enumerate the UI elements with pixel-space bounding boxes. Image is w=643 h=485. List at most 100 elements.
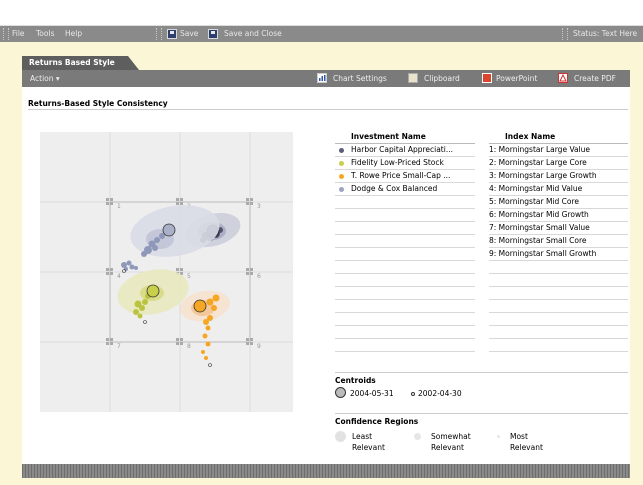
bottom-status-bar — [22, 464, 630, 478]
grid-label: 1 — [117, 203, 121, 210]
grid-label: 8 — [187, 343, 191, 350]
content-panel: Returns-Based Style Consistency 1 3 4 5 … — [22, 87, 630, 464]
centroids-header: Centroids — [335, 376, 376, 385]
centroid-large-marker — [335, 387, 346, 398]
investment-name: Fidelity Low-Priced Stock — [351, 158, 444, 167]
menu-help[interactable]: Help — [65, 29, 82, 38]
menu-bar: File Tools Help Save Save and Close Stat… — [0, 26, 643, 42]
empty-row — [335, 235, 475, 248]
grip-divider — [3, 28, 9, 40]
empty-row — [489, 287, 628, 300]
clipboard-button[interactable]: Clipboard — [424, 74, 460, 83]
empty-row — [335, 313, 475, 326]
style-map-plot: 1 2 3 4 5 6 7 8 9 — [40, 132, 293, 412]
grid-label: 7 — [117, 343, 121, 350]
empty-row — [335, 326, 475, 339]
series-dot — [339, 187, 344, 192]
most-label-2: Relevant — [510, 443, 543, 452]
action-toolbar: Action ▾ Chart Settings Clipboard PowerP… — [22, 70, 630, 87]
empty-row — [335, 261, 475, 274]
least-label-1: Least — [352, 432, 373, 441]
pdf-icon[interactable] — [558, 73, 568, 83]
centroid-small-marker — [411, 392, 415, 396]
create-pdf-button[interactable]: Create PDF — [574, 74, 616, 83]
grid-label: 6 — [257, 273, 261, 280]
grid-label: 3 — [257, 203, 261, 210]
centroid-date-start: 2002-04-30 — [418, 389, 462, 398]
least-relevant-swatch — [335, 431, 346, 442]
confidence-header: Confidence Regions — [335, 417, 419, 426]
investment-row[interactable]: Dodge & Cox Balanced — [335, 183, 475, 196]
series-dot — [339, 148, 344, 153]
tab-label: Returns Based Style — [29, 58, 115, 67]
centroid-date-current: 2004-05-31 — [350, 389, 394, 398]
style-map-svg: 1 2 3 4 5 6 7 8 9 — [40, 132, 293, 412]
save-close-button[interactable]: Save and Close — [224, 29, 282, 38]
save-button[interactable]: Save — [180, 29, 198, 38]
empty-row — [335, 300, 475, 313]
investment-row[interactable]: T. Rowe Price Small-Cap ... — [335, 170, 475, 183]
somewhat-label-2: Relevant — [431, 443, 464, 452]
index-row: 7: Morningstar Small Value — [489, 222, 628, 235]
investment-name: T. Rowe Price Small-Cap ... — [351, 171, 451, 180]
empty-row — [489, 326, 628, 339]
empty-row — [335, 287, 475, 300]
top-whitespace — [0, 0, 643, 26]
action-menu[interactable]: Action ▾ — [30, 74, 60, 83]
grid-label: 4 — [117, 273, 121, 280]
series-dot — [339, 174, 344, 179]
confidence-divider — [335, 413, 628, 414]
chart-settings-icon[interactable] — [317, 73, 327, 83]
status-text: Status: Text Here — [573, 29, 638, 38]
empty-row — [489, 339, 628, 352]
menu-file[interactable]: File — [12, 29, 25, 38]
empty-row — [489, 274, 628, 287]
index-table: Index Name 1: Morningstar Large Value 2:… — [489, 132, 628, 352]
empty-row — [335, 222, 475, 235]
somewhat-label-1: Somewhat — [431, 432, 471, 441]
save-close-icon[interactable] — [208, 29, 218, 39]
most-relevant-swatch — [497, 435, 500, 438]
title-divider — [28, 109, 628, 110]
save-icon[interactable] — [167, 29, 177, 39]
index-row: 4: Morningstar Mid Value — [489, 183, 628, 196]
empty-row — [489, 261, 628, 274]
powerpoint-button[interactable]: PowerPoint — [496, 74, 537, 83]
powerpoint-icon[interactable] — [482, 73, 492, 83]
grid-label: 9 — [257, 343, 261, 350]
series-dot — [339, 161, 344, 166]
investment-row[interactable]: Harbor Capital Appreciati... — [335, 144, 475, 157]
investment-name: Harbor Capital Appreciati... — [351, 145, 453, 154]
clipboard-icon[interactable] — [408, 73, 418, 83]
index-row: 8: Morningstar Small Core — [489, 235, 628, 248]
empty-row — [335, 274, 475, 287]
least-label-2: Relevant — [352, 443, 385, 452]
index-header: Index Name — [489, 132, 628, 144]
grid-label: 5 — [187, 273, 191, 280]
tab-returns-based-style[interactable]: Returns Based Style — [22, 56, 139, 70]
investment-header: Investment Name — [335, 132, 475, 144]
grip-divider — [562, 28, 568, 40]
grip-divider — [156, 28, 162, 40]
most-label-1: Most — [510, 432, 528, 441]
investment-table: Investment Name Harbor Capital Appreciat… — [335, 132, 475, 352]
investment-name: Dodge & Cox Balanced — [351, 184, 438, 193]
investment-row[interactable]: Fidelity Low-Priced Stock — [335, 157, 475, 170]
somewhat-relevant-swatch — [414, 433, 421, 440]
empty-row — [335, 196, 475, 209]
index-row: 6: Morningstar Mid Growth — [489, 209, 628, 222]
chart-settings-button[interactable]: Chart Settings — [333, 74, 387, 83]
index-row: 2: Morningstar Large Core — [489, 157, 628, 170]
empty-row — [489, 300, 628, 313]
empty-row — [489, 313, 628, 326]
index-row: 5: Morningstar Mid Core — [489, 196, 628, 209]
index-row: 1: Morningstar Large Value — [489, 144, 628, 157]
menu-tools[interactable]: Tools — [36, 29, 54, 38]
action-label: Action — [30, 74, 54, 83]
index-row: 3: Morningstar Large Growth — [489, 170, 628, 183]
empty-row — [335, 248, 475, 261]
empty-row — [335, 339, 475, 352]
centroids-divider — [335, 372, 628, 373]
index-row: 9: Morningstar Small Growth — [489, 248, 628, 261]
empty-row — [335, 209, 475, 222]
